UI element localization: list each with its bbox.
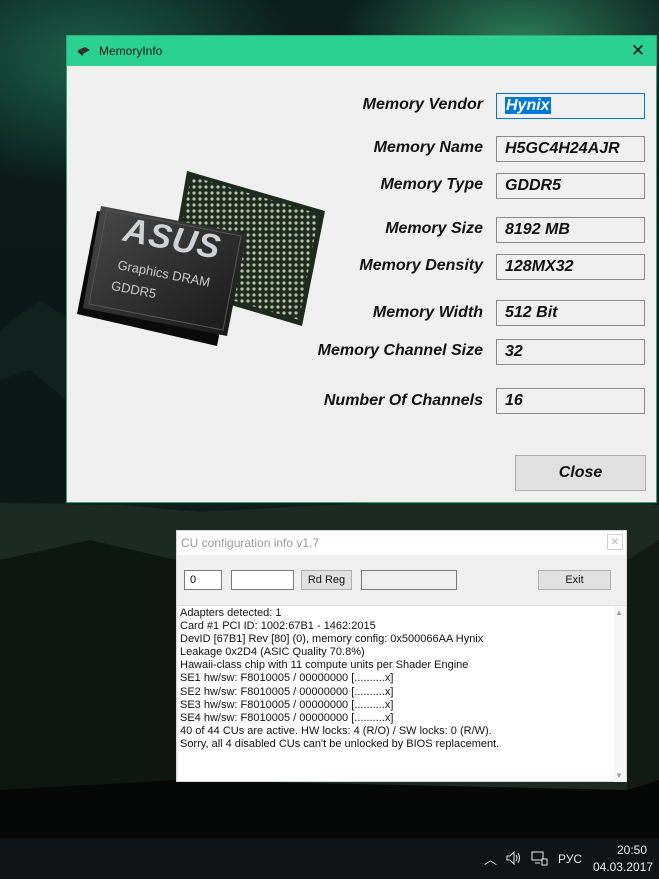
field-memory-type[interactable]: GDDR5 xyxy=(496,173,645,199)
exit-button[interactable]: Exit xyxy=(538,570,611,590)
field-memory-name[interactable]: H5GC4H24AJR xyxy=(496,136,645,162)
log-line: DevID [67B1] Rev [80] (0), memory config… xyxy=(180,633,484,646)
label-memory-vendor: Memory Vendor xyxy=(362,96,483,113)
window-title: MemoryInfo xyxy=(99,44,163,58)
field-memory-size[interactable]: 8192 MB xyxy=(496,217,645,243)
close-icon[interactable]: ✕ xyxy=(628,41,648,61)
chevron-up-icon[interactable]: ︿ xyxy=(484,849,497,868)
field-memory-density[interactable]: 128MX32 xyxy=(496,254,645,280)
log-line: Adapters detected: 1 xyxy=(180,607,282,619)
field-memory-width[interactable]: 512 Bit xyxy=(496,300,645,326)
log-scrollbar[interactable]: ▲ ▼ xyxy=(614,606,626,782)
log-line: 40 of 44 CUs are active. HW locks: 4 (R/… xyxy=(180,724,492,737)
close-icon[interactable]: ✕ xyxy=(607,534,623,550)
network-icon[interactable] xyxy=(531,851,548,866)
cu-window-title: CU configuration info v1.7 xyxy=(181,536,320,550)
label-memory-channel-size: Memory Channel Size xyxy=(317,342,483,359)
log-line: SE1 hw/sw: F8010005 / 00000000 [........… xyxy=(180,672,394,685)
label-number-of-channels: Number Of Channels xyxy=(323,392,483,409)
rd-reg-button[interactable]: Rd Reg xyxy=(301,570,352,590)
cu-titlebar[interactable]: CU configuration info v1.7 ✕ xyxy=(177,531,626,555)
clock-time[interactable]: 20:50 xyxy=(617,843,647,857)
log-line: SE2 hw/sw: F8010005 / 00000000 [........… xyxy=(180,685,394,698)
label-memory-size: Memory Size xyxy=(385,220,483,237)
field-memory-channel-size[interactable]: 32 xyxy=(496,339,645,365)
log-line: Leakage 0x2D4 (ASIC Quality 70.8%) xyxy=(180,646,365,659)
log-line: Card #1 PCI ID: 1002:67B1 - 1462:2015 xyxy=(180,620,376,633)
cu-log-textarea[interactable]: Adapters detected: 1 Card #1 PCI ID: 100… xyxy=(178,605,626,782)
chip-icon xyxy=(78,47,90,56)
adapter-index-input[interactable] xyxy=(184,570,222,590)
log-line: Hawaii-class chip with 11 compute units … xyxy=(180,659,469,672)
register-input[interactable] xyxy=(231,570,294,590)
label-memory-type: Memory Type xyxy=(380,176,483,193)
log-line: Sorry, all 4 disabled CUs can't be unloc… xyxy=(180,737,500,750)
label-memory-width: Memory Width xyxy=(372,304,483,321)
cu-config-window: CU configuration info v1.7 ✕ Rd Reg Exit… xyxy=(176,530,627,782)
taskbar: ︿ РУС 20:50 04.03.2017 xyxy=(0,838,659,879)
field-memory-vendor[interactable]: Hynix xyxy=(496,93,645,119)
log-line: SE4 hw/sw: F8010005 / 00000000 [........… xyxy=(180,711,394,724)
scroll-up-icon[interactable]: ▲ xyxy=(615,608,623,617)
close-button[interactable]: Close xyxy=(515,455,646,491)
clock-date[interactable]: 04.03.2017 xyxy=(593,860,653,874)
memoryinfo-titlebar[interactable]: MemoryInfo ✕ xyxy=(67,36,656,66)
log-line: SE3 hw/sw: F8010005 / 00000000 [........… xyxy=(180,698,394,711)
speaker-icon[interactable] xyxy=(506,851,522,865)
language-indicator[interactable]: РУС xyxy=(558,852,582,866)
register-output-field[interactable] xyxy=(361,570,457,590)
label-memory-density: Memory Density xyxy=(359,257,483,274)
scroll-down-icon[interactable]: ▼ xyxy=(615,771,623,780)
label-memory-name: Memory Name xyxy=(373,139,483,156)
memoryinfo-window: MemoryInfo ✕ ASUS Graphics DRAM GDDR5 Me… xyxy=(66,35,657,503)
cu-log-text: Adapters detected: 1 Card #1 PCI ID: 100… xyxy=(180,607,499,751)
field-number-of-channels[interactable]: 16 xyxy=(496,388,645,414)
